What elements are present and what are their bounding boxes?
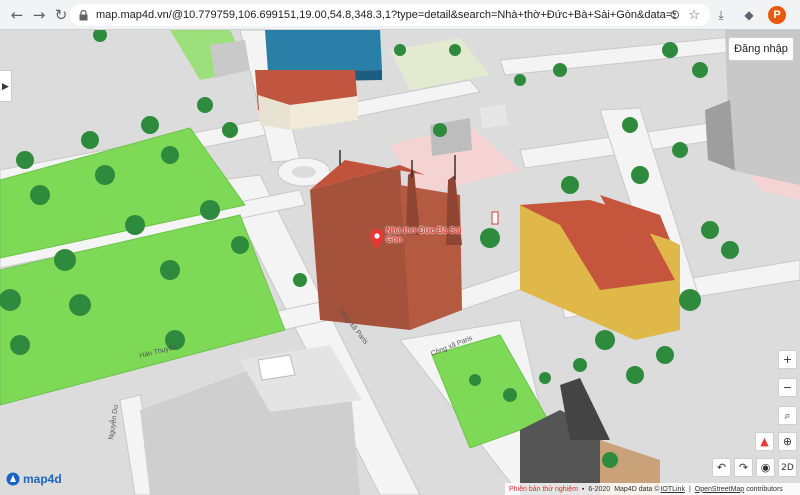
avatar[interactable]: P xyxy=(768,6,786,24)
roundabout-center xyxy=(292,166,316,178)
entrance-marker xyxy=(491,211,499,225)
data-credit: Map4D data © xyxy=(614,485,660,493)
back-icon[interactable]: ← xyxy=(6,4,28,26)
logo-text: map4d xyxy=(23,472,62,486)
rotate-right-icon[interactable]: ↷ xyxy=(734,458,753,477)
address-bar[interactable]: map.map4d.vn/@10.779759,106.699151,19.00… xyxy=(70,4,710,26)
star-icon[interactable]: ☆ xyxy=(688,8,700,23)
zoom-area-icon[interactable]: ⊕ xyxy=(778,432,797,451)
location-pin-icon[interactable] xyxy=(370,229,384,249)
osm-link[interactable]: OpenStreetMap xyxy=(695,486,744,493)
view-mode-button[interactable]: 2D xyxy=(778,458,797,477)
search-zoom-icon[interactable]: ⌕ xyxy=(778,406,797,425)
attribution-bar: Phiên bản thử nghiệm ▪ 6-2020 Map4D data… xyxy=(505,483,800,495)
contributors-text: contributors xyxy=(746,485,783,493)
url-text[interactable]: map.map4d.vn/@10.779759,106.699151,19.00… xyxy=(96,9,676,21)
download-icon[interactable]: ⤓ xyxy=(712,6,730,24)
sidebar-toggle-button[interactable]: ▶ xyxy=(0,70,12,102)
location-icon[interactable]: ⊙ xyxy=(669,8,680,23)
map4d-logo[interactable]: map4d xyxy=(6,470,62,488)
beta-label: Phiên bản thử nghiệm xyxy=(509,485,578,493)
locate-me-icon[interactable]: ◉ xyxy=(756,458,775,477)
menu-icon[interactable]: ⋮ xyxy=(796,6,800,24)
flag-icon: ▪ xyxy=(581,485,585,493)
map4d-logo-icon xyxy=(6,472,20,486)
browser-toolbar: ← → ↻ map.map4d.vn/@10.779759,106.699151… xyxy=(0,0,800,30)
poi-label[interactable]: Nhà thờ Đức Bà Sài Gòn xyxy=(386,226,464,244)
compass-icon[interactable]: ▲ xyxy=(755,432,774,451)
map-scene[interactable]: Công xã Paris Công xã Paris Hàn Thuyên N… xyxy=(0,30,800,495)
lock-icon xyxy=(76,8,90,22)
zoom-out-button[interactable]: − xyxy=(778,378,797,397)
zoom-in-button[interactable]: + xyxy=(778,350,797,369)
login-button[interactable]: Đăng nhập xyxy=(728,37,794,61)
iotlink-link[interactable]: IOTLink xyxy=(660,486,685,493)
rotate-left-icon[interactable]: ↶ xyxy=(712,458,731,477)
forward-icon[interactable]: → xyxy=(28,4,50,26)
separator: | xyxy=(688,485,691,493)
building-villa xyxy=(255,70,358,130)
version-year: 6-2020 xyxy=(588,485,611,493)
reload-icon[interactable]: ↻ xyxy=(50,4,72,26)
map-canvas[interactable]: Công xã Paris Công xã Paris Hàn Thuyên N… xyxy=(0,30,800,495)
extension-icon[interactable]: ◆ xyxy=(740,6,758,24)
